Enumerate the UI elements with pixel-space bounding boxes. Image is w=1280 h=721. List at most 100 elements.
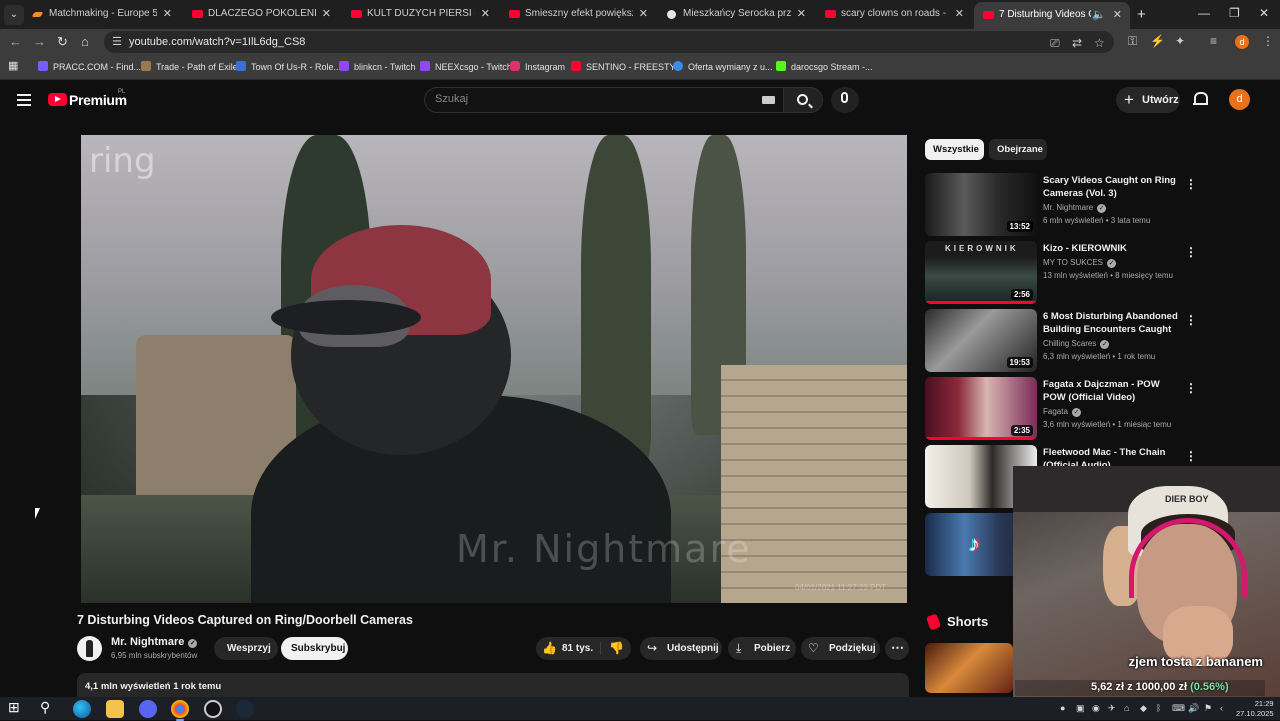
recommendation-channel[interactable]: Fagata ✓ [1043, 407, 1081, 417]
search-input[interactable] [435, 93, 735, 105]
address-bar[interactable]: ☰ youtube.com/watch?v=1IlL6dg_CS8 ⎚ ⇄ ☆ [104, 31, 1114, 53]
recommendation-channel[interactable]: Chilling Scares ✓ [1043, 339, 1110, 349]
edge-icon[interactable] [73, 700, 91, 718]
browser-tab[interactable]: KULT DUŻYCH PIERSI - IMPLAN ✕ [342, 3, 498, 26]
translate-icon[interactable]: ⇄ [1072, 36, 1082, 50]
bookmark[interactable]: Instagram [510, 61, 565, 72]
chrome-icon[interactable] [171, 700, 189, 721]
recommended-video[interactable]: 2:35 Fagata x Dajczman - POW POW (Offici… [925, 377, 1205, 441]
download-button[interactable]: ⤓ Pobierz [728, 637, 796, 660]
browser-tab[interactable]: scary clowns on roads - YouTub ✕ [816, 3, 972, 26]
video-thumbnail[interactable]: KIEROWNIK 2:56 [925, 241, 1037, 304]
extensions-puzzle-icon[interactable]: ✦ [1175, 34, 1185, 48]
browser-tab[interactable]: DLACZEGO POKOLENIE Z NIE M ✕ [183, 3, 339, 26]
thumbs-up-icon[interactable]: 👍 [542, 641, 557, 655]
video-thumbnail[interactable]: 19:53 [925, 309, 1037, 372]
chrome-menu-icon[interactable]: ⋮ [1262, 34, 1274, 48]
minimize-button[interactable]: — [1198, 6, 1210, 20]
profile-avatar[interactable]: d [1235, 35, 1249, 49]
extension-icon[interactable]: ⚿ [1128, 34, 1137, 49]
recommended-video[interactable]: KIEROWNIK 2:56 Kizo - KIEROWNIK MY TO SU… [925, 241, 1205, 305]
cast-icon[interactable]: ⎚ [1050, 36, 1060, 51]
recommendation-title[interactable]: Fagata x Dajczman - POW POW (Official Vi… [1043, 378, 1183, 404]
back-button[interactable]: ← [9, 34, 22, 49]
more-options-icon[interactable]: ⋮ [1185, 313, 1197, 327]
browser-tab-active[interactable]: 7 Disturbing Videos Captu 🔈 ✕ [974, 2, 1130, 29]
channel-avatar[interactable] [77, 636, 102, 661]
bookmark[interactable]: SENTINO - FREESTY... [571, 61, 682, 72]
tray-icon[interactable]: ◆ [1140, 703, 1147, 714]
like-count[interactable]: 81 tys. [562, 643, 593, 654]
new-tab-button[interactable]: + [1137, 6, 1146, 23]
reload-button[interactable]: ↻ [57, 34, 68, 50]
channel-name[interactable]: Mr. Nightmare ✓ [111, 636, 198, 648]
tray-icon[interactable]: ▣ [1076, 703, 1085, 714]
more-actions-button[interactable]: ⋯ [885, 637, 909, 660]
close-tab-icon[interactable]: ✕ [322, 7, 331, 20]
account-avatar[interactable]: d [1229, 89, 1250, 110]
close-tab-icon[interactable]: ✕ [955, 7, 964, 20]
restore-button[interactable]: ❐ [1229, 6, 1240, 20]
bookmark[interactable]: blinkcn - Twitch [339, 61, 415, 72]
volume-icon[interactable]: ◉ [1092, 703, 1100, 714]
video-thumbnail[interactable]: 13:52 [925, 173, 1037, 236]
bookmark[interactable]: Oferta wymiany z u... [673, 61, 773, 72]
recommendation-title[interactable]: Kizo - KIEROWNIK [1043, 242, 1183, 255]
extension-icon[interactable]: ⚡ [1150, 34, 1165, 48]
bookmark-star-icon[interactable]: ☆ [1094, 36, 1105, 50]
recommended-video[interactable]: 13:52 Scary Videos Caught on Ring Camera… [925, 173, 1205, 237]
close-window-button[interactable]: ✕ [1259, 6, 1269, 20]
steam-icon[interactable] [236, 700, 254, 718]
search-box[interactable] [424, 87, 784, 113]
thanks-button[interactable]: ♡ Podziękuj [801, 637, 880, 660]
more-options-icon[interactable]: ⋮ [1185, 449, 1197, 463]
windows-start-icon[interactable]: ⊞ [8, 699, 26, 717]
tray-icon[interactable]: ● [1060, 703, 1065, 713]
bookmark[interactable]: Trade - Path of Exile [141, 61, 238, 72]
home-button[interactable]: ⌂ [81, 34, 89, 49]
video-player[interactable]: ring Mr. Nightmare 04/01/2021 11:27:23 P… [81, 135, 907, 603]
speaker-icon[interactable]: 🔊 [1188, 703, 1199, 714]
close-tab-icon[interactable]: ✕ [163, 7, 172, 20]
more-options-icon[interactable]: ⋮ [1185, 177, 1197, 191]
show-hidden-icons[interactable]: ‹ [1220, 703, 1223, 713]
tray-icon[interactable]: ⌨ [1172, 703, 1185, 714]
apps-grid-icon[interactable]: ▦ [8, 59, 18, 72]
recommendation-channel[interactable]: MY TO SUKCES ✓ [1043, 258, 1117, 268]
search-icon[interactable]: ⚲ [40, 699, 58, 717]
tray-icon[interactable]: ⌂ [1124, 703, 1129, 713]
share-button[interactable]: ↪ Udostępnij [640, 637, 722, 660]
obs-icon[interactable] [204, 700, 222, 718]
speaker-icon[interactable]: 🔈 [1092, 8, 1106, 21]
file-explorer-icon[interactable] [106, 700, 124, 718]
bookmark[interactable]: Town Of Us-R - Role... [236, 61, 341, 72]
keyboard-icon[interactable] [762, 96, 775, 104]
close-tab-icon[interactable]: ✕ [481, 7, 490, 20]
chip-watched[interactable]: Obejrzane [989, 139, 1047, 160]
site-info-icon[interactable]: ☰ [112, 35, 122, 48]
discord-icon[interactable] [139, 700, 157, 718]
tab-search-button[interactable]: ⌄ [4, 5, 24, 25]
short-thumbnail[interactable] [925, 643, 1013, 693]
tray-icon[interactable]: ✈ [1108, 703, 1116, 714]
browser-tab[interactable]: Matchmaking - Europe 5v5 Que ✕ [24, 3, 180, 26]
menu-icon[interactable] [17, 94, 31, 109]
voice-search-button[interactable] [831, 87, 859, 113]
video-thumbnail[interactable]: 2:35 [925, 377, 1037, 440]
browser-tab[interactable]: Śmieszny efekt powiększenia u ✕ [500, 3, 656, 26]
browser-tab[interactable]: Mieszkańcy Serocka przerażeni ✕ [658, 3, 814, 26]
recommendation-title[interactable]: 6 Most Disturbing Abandoned Building Enc… [1043, 310, 1183, 336]
subscribe-button[interactable]: Subskrybuj [281, 637, 348, 660]
recommended-video[interactable]: 19:53 6 Most Disturbing Abandoned Buildi… [925, 309, 1205, 373]
search-button[interactable] [783, 87, 823, 113]
create-button[interactable]: + Utwórz [1116, 87, 1180, 113]
join-button[interactable]: Wesprzyj [214, 637, 278, 660]
notifications-bell-icon[interactable] [1193, 91, 1208, 107]
chip-all[interactable]: Wszystkie [925, 139, 984, 160]
recommendation-title[interactable]: Scary Videos Caught on Ring Cameras (Vol… [1043, 174, 1183, 200]
bookmark[interactable]: darocsgo Stream -... [776, 61, 873, 72]
recommendation-channel[interactable]: Mr. Nightmare ✓ [1043, 203, 1107, 213]
bookmark[interactable]: PRACC.COM - Find... [38, 61, 141, 72]
taskbar-clock[interactable]: 21:29 27.10.2025 [1236, 699, 1274, 719]
network-icon[interactable]: ⚑ [1204, 703, 1212, 714]
